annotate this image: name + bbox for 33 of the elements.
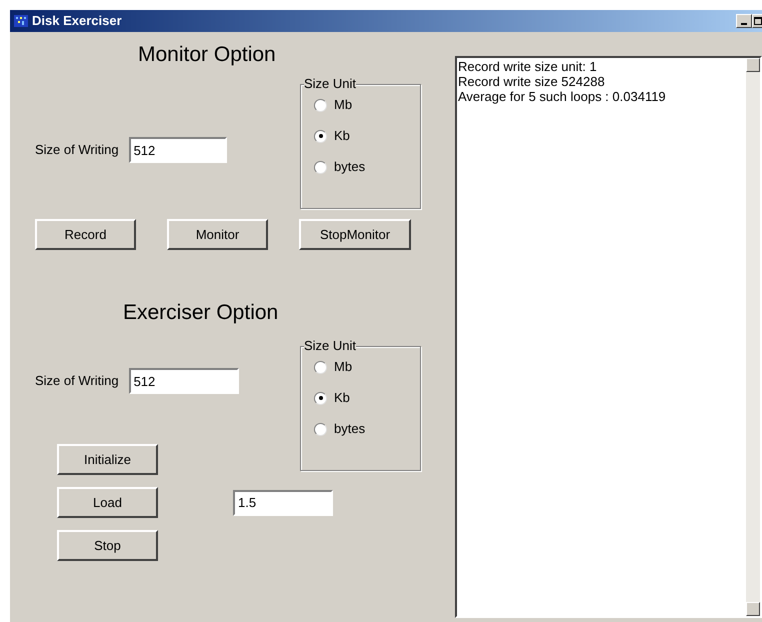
radio-button[interactable] [314,422,327,436]
action-button[interactable]: StopMonitor [299,219,411,250]
field-label: Size of Writing [35,372,119,390]
radio-button[interactable] [314,360,327,374]
action-button[interactable]: Monitor [167,219,268,250]
radio-label: bytes [334,159,366,175]
window-title: Disk Exerciser [32,12,122,30]
log-line: Record write size 524288 [458,74,606,89]
radio-label: Mb [334,97,352,113]
text-field[interactable]: 512 [128,368,239,394]
app-icon [13,13,29,29]
section-heading: Monitor Option [138,42,277,68]
radio-button[interactable] [314,130,327,142]
radio-label: Mb [334,359,352,375]
radio-label: Kb [334,128,350,144]
text-field[interactable]: 1.5 [233,490,333,516]
log-line: Record write size unit: 1 [458,59,598,74]
maximize-button[interactable] [752,14,762,28]
radio-label: Kb [334,390,350,406]
vertical-scrollbar[interactable] [746,58,760,616]
action-button[interactable]: Stop [57,530,158,561]
section-heading: Exerciser Option [123,300,280,326]
radio-label: bytes [334,421,366,437]
action-button[interactable]: Load [57,487,158,518]
minimize-button[interactable] [736,14,752,28]
radio-button[interactable] [314,392,327,404]
radio-button[interactable] [314,160,327,174]
action-button[interactable]: Record [35,219,136,250]
action-button[interactable]: Initialize [57,444,158,475]
field-label: Size of Writing [35,141,119,160]
text-field[interactable]: 512 [128,137,227,163]
radio-button[interactable] [314,98,327,112]
log-line: Average for 5 such loops : 0.034119 [458,89,667,104]
